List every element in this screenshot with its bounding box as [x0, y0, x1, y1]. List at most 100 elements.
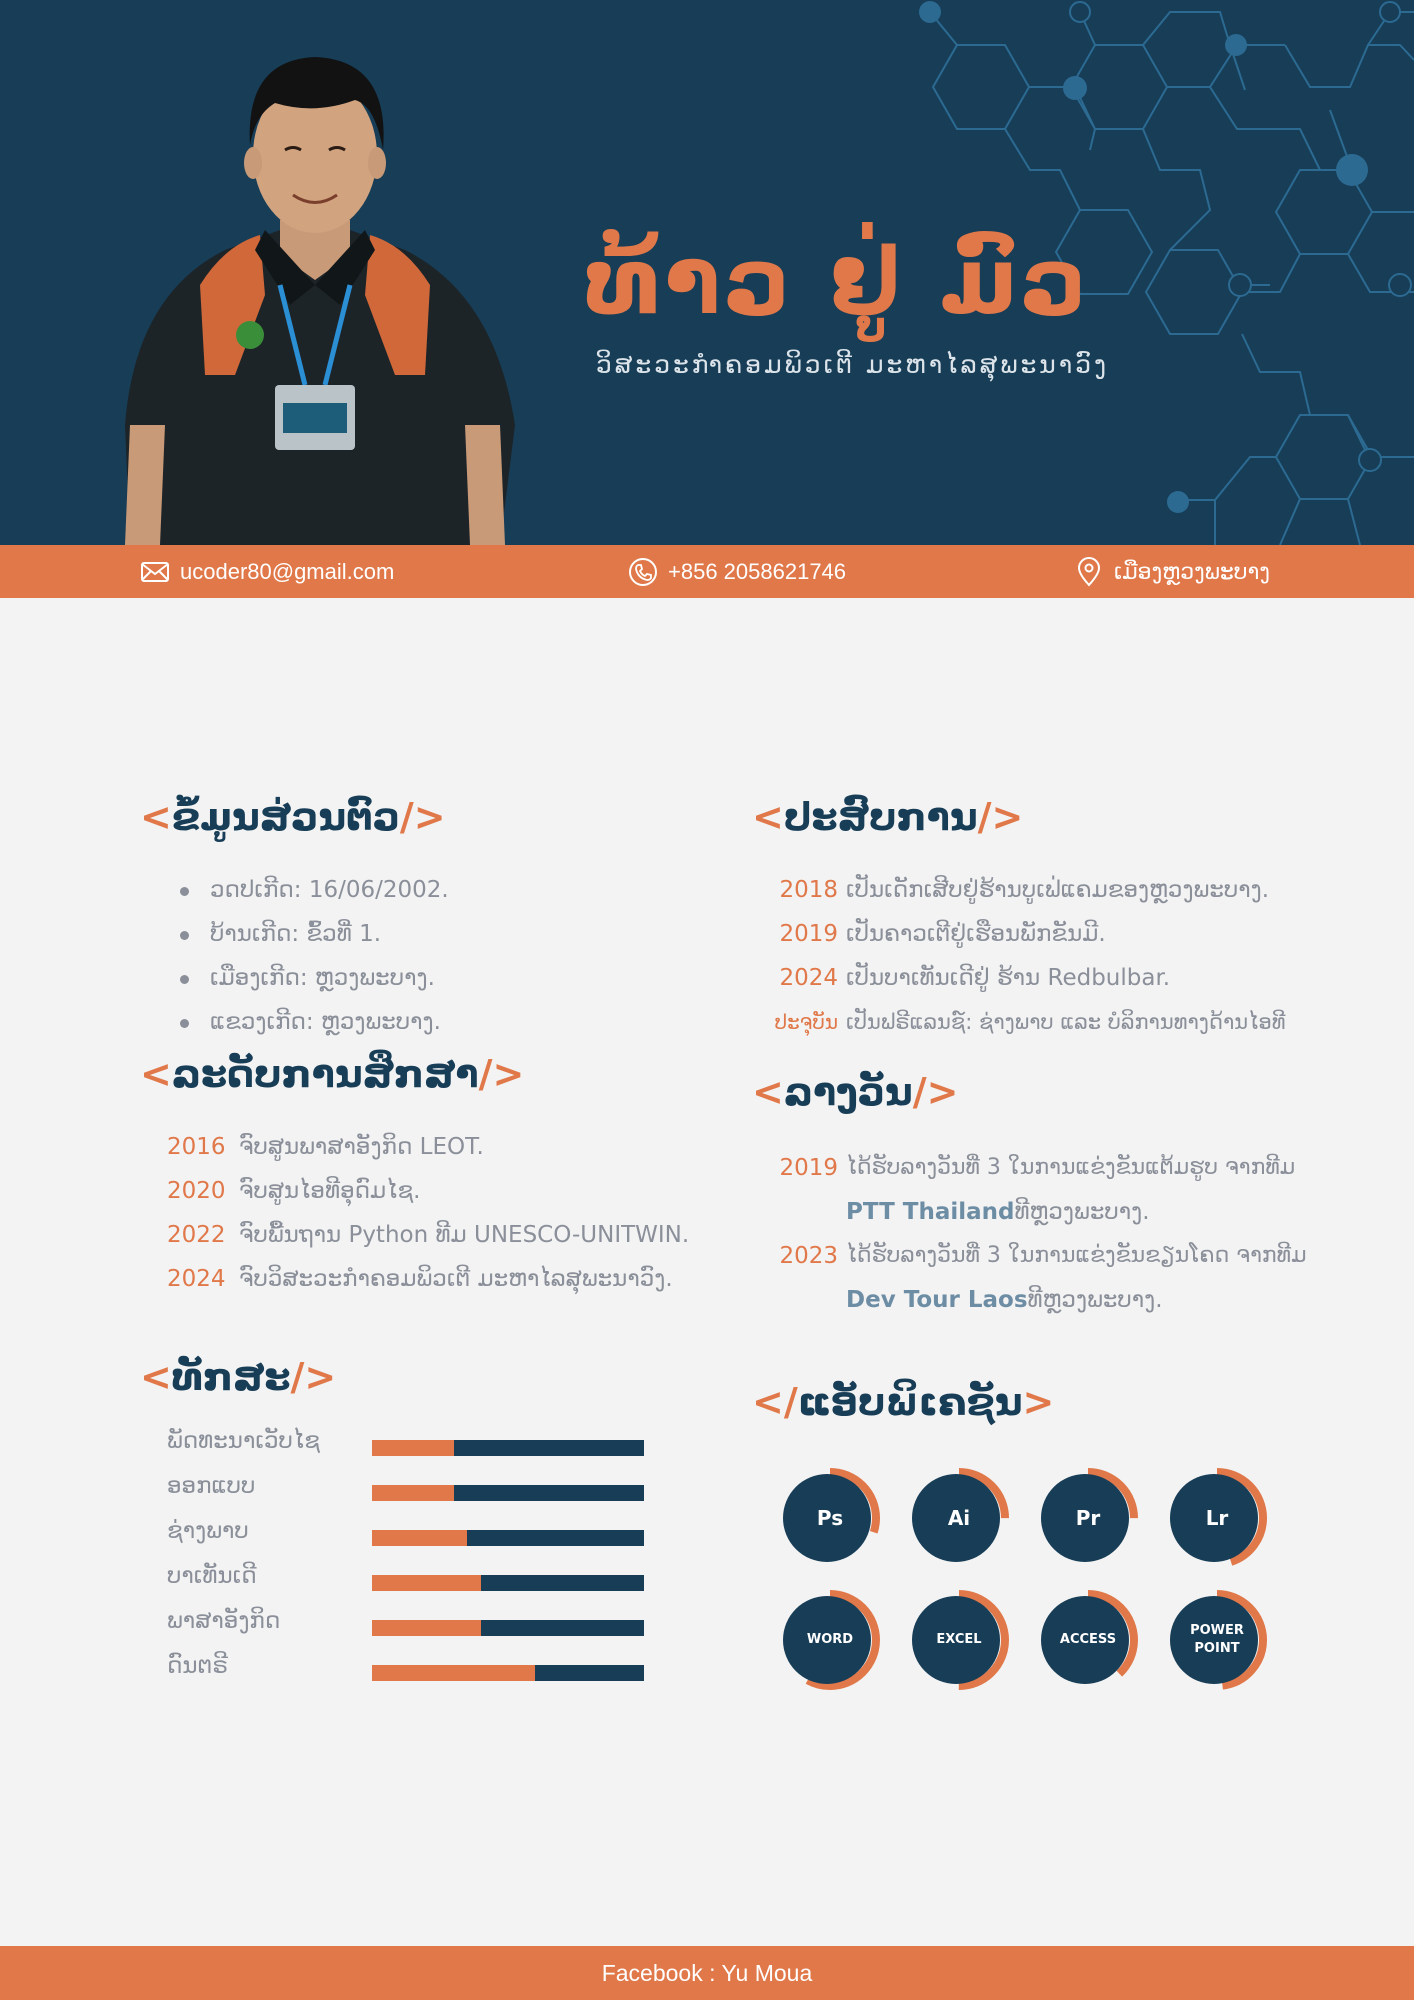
skill-bar [372, 1665, 644, 1681]
education-heading: <ລະດັບການສຶກສາ/> [140, 1052, 524, 1096]
bracket-close: /> [912, 1070, 959, 1114]
app-ring: ACCESS [1038, 1590, 1138, 1690]
bracket-open: </ [752, 1380, 798, 1424]
heading-text: ຂໍ້ມູນສ່ວນຕົວ [171, 795, 400, 839]
list-item: ເມືອງເກີດ: ຫຼວງພະບາງ. [178, 956, 449, 1000]
app-ring: Lr [1167, 1468, 1267, 1568]
skill-label: ອອກແບບ [167, 1473, 256, 1499]
heading-text: ແອັບພິເຄຊັນ [797, 1380, 1023, 1424]
contact-location: ເມືອງຫຼວງພະບາງ [1074, 545, 1270, 598]
education-list: 2016 ຈົບສູນພາສາອັງກິດ LEOT. 2020 ຈົບສູນໄອທ… [167, 1125, 689, 1301]
skill-bar [372, 1575, 644, 1591]
list-item: 2016 ຈົບສູນພາສາອັງກິດ LEOT. [167, 1125, 689, 1169]
item-text: ເປັນບາເທັນເດີຢູ່ ຮ້ານ Redbulbar. [846, 965, 1171, 991]
envelope-icon [141, 561, 169, 582]
skill-bar [372, 1620, 644, 1636]
item-text: ຈົບພື້ນຖານ Python ທີມ UNESCO-UNITWIN. [239, 1222, 690, 1248]
list-item: ວດປເກີດ: 16/06/2002. [178, 868, 449, 912]
skills-list: ພັດທະນາເວັບໄຊ ອອກແບບ ຊ່າງພາບ ບາເທັນເດີ ພ… [167, 1428, 667, 1698]
bracket-close: /> [977, 795, 1024, 839]
skill-bar [372, 1530, 644, 1546]
year: 2019 [779, 1155, 838, 1181]
bracket-open: < [140, 1052, 172, 1096]
year: 2018 [779, 877, 838, 903]
list-item: ປະຈຸບັນ ເປັນຟຣີແລນຊ໌: ຊ່າງພາບ ແລະ ບໍລິການ… [760, 1000, 1286, 1044]
skill-row: ບາເທັນເດີ [167, 1563, 667, 1608]
skill-bar [372, 1440, 644, 1456]
list-item: ແຂວງເກີດ: ຫຼວງພະບາງ. [178, 1000, 449, 1044]
list-item: 2019 ເປັນຄາວເຕີຢູ່ເຮືອນພັກຂັນມີ. [760, 912, 1286, 956]
skill-bar-fill [372, 1440, 454, 1456]
item-text: ໄດ້ຮັບລາງວັນທີ່ 3 ໃນການແຂ່ງຂັນແຕ້ມຮູບ ຈາ… [846, 1155, 1296, 1180]
list-item: 2018 ເປັນເດັກເສີບຢູ່ຮ້ານບູເຟ່ແຄມຂອງຫຼວງພະ… [760, 868, 1286, 912]
skill-row: ດົນຕຣີ [167, 1653, 667, 1698]
skill-bar-fill [372, 1530, 468, 1546]
year: 2019 [779, 921, 838, 947]
bracket-open: < [752, 1070, 784, 1114]
experience-heading: <ປະສົບການ/> [752, 795, 1023, 839]
app-label: Pr [1075, 1506, 1101, 1530]
skill-bar [372, 1485, 644, 1501]
contact-email[interactable]: ucoder80@gmail.com [140, 545, 394, 598]
year: 2024 [779, 965, 838, 991]
year: 2020 [167, 1178, 226, 1204]
year: ປະຈຸບັນ [774, 1010, 838, 1034]
year: 2022 [167, 1222, 226, 1248]
skill-row: ພາສາອັງກິດ [167, 1608, 667, 1653]
phone-text: +856 2058621746 [668, 558, 847, 584]
item-text: ໄດ້ຮັບລາງວັນທີ່ 3 ໃນການແຂ່ງຂັນຂຽນໂຄດ ຈາກ… [846, 1243, 1307, 1268]
item-text: ຈົບວິສະວະກຳຄອມພິວເຕີ ມະຫາໄລສຸພະນາວົງ. [239, 1266, 673, 1292]
bracket-open: < [752, 795, 784, 839]
app-label: POWER POINT [1190, 1623, 1244, 1656]
heading-text: ທັກສະ [171, 1355, 291, 1399]
list-item: 2023 ໄດ້ຮັບລາງວັນທີ່ 3 ໃນການແຂ່ງຂັນຂຽນໂຄດ… [760, 1234, 1307, 1278]
item-text: ຈົບສູນພາສາອັງກິດ LEOT. [239, 1134, 484, 1160]
app-label: Lr [1205, 1506, 1229, 1530]
facebook-link[interactable]: Facebook : Yu Moua [602, 1960, 813, 1987]
contact-bar: ucoder80@gmail.com +856 2058621746 ເມືອງ… [0, 545, 1414, 598]
bracket-open: < [140, 1355, 172, 1399]
app-label: Ps [816, 1506, 844, 1530]
phone-icon [629, 557, 657, 586]
list-item: 2024 ຈົບວິສະວະກຳຄອມພິວເຕີ ມະຫາໄລສຸພະນາວົງ… [167, 1257, 689, 1301]
skill-row: ອອກແບບ [167, 1473, 667, 1518]
year: 2024 [167, 1266, 226, 1292]
awards-heading: <ລາງວັນ/> [752, 1070, 958, 1114]
skill-row: ຊ່າງພາບ [167, 1518, 667, 1563]
skill-label: ພັດທະນາເວັບໄຊ [167, 1428, 320, 1454]
skill-label: ຊ່າງພາບ [167, 1518, 249, 1544]
skill-label: ພາສາອັງກິດ [167, 1608, 281, 1634]
contact-phone[interactable]: +856 2058621746 [628, 545, 846, 598]
personal-info-list: ວດປເກີດ: 16/06/2002. ບ້ານເກີດ: ຂົ້ວທີ່ 1… [178, 868, 449, 1044]
item-text: ທີຫຼວງພະບາງ. [1014, 1199, 1150, 1225]
applications-grid: Ps Ai Pr Lr WORD EXCEL ACCESS POWER POIN… [780, 1468, 1290, 1708]
team-name: Dev Tour Laos [846, 1287, 1028, 1313]
skills-heading: <ທັກສະ/> [140, 1355, 336, 1399]
skill-label: ດົນຕຣີ [167, 1653, 229, 1679]
bracket-open: < [140, 795, 172, 839]
item-text: ຈົບສູນໄອທີອຸດົມໄຊ. [239, 1178, 421, 1204]
experience-list: 2018 ເປັນເດັກເສີບຢູ່ຮ້ານບູເຟ່ແຄມຂອງຫຼວງພະ… [760, 868, 1286, 1044]
heading-text: ລະດັບການສຶກສາ [171, 1052, 479, 1096]
app-label: EXCEL [936, 1632, 982, 1647]
item-text: ເປັນຟຣີແລນຊ໌: ຊ່າງພາບ ແລະ ບໍລິການທາງດ້ານ… [846, 1010, 1286, 1034]
app-ring: Ps [780, 1468, 880, 1568]
applications-heading: </ແອັບພິເຄຊັນ> [752, 1380, 1054, 1424]
profile-photo [125, 57, 515, 545]
skill-bar-fill [372, 1665, 536, 1681]
app-ring: WORD [780, 1590, 880, 1690]
heading-text: ລາງວັນ [783, 1070, 913, 1114]
header-banner: ທ້າວ ຢູ່ ມົວ ວິສະວະກຳຄອມພິວເຕີ ມະຫາໄລສຸພ… [0, 0, 1414, 545]
app-ring: POWER POINT [1167, 1590, 1267, 1690]
bracket-close: > [1022, 1380, 1055, 1424]
year: 2023 [779, 1243, 838, 1269]
item-text: ທີຫຼວງພະບາງ. [1027, 1287, 1163, 1313]
map-pin-icon [1077, 556, 1101, 586]
list-item: 2020 ຈົບສູນໄອທີອຸດົມໄຊ. [167, 1169, 689, 1213]
year: 2016 [167, 1134, 226, 1160]
personal-info-heading: <ຂໍ້ມູນສ່ວນຕົວ/> [140, 795, 446, 839]
list-item: 2019 ໄດ້ຮັບລາງວັນທີ່ 3 ໃນການແຂ່ງຂັນແຕ້ມຮູ… [760, 1146, 1307, 1190]
item-text: ເປັນເດັກເສີບຢູ່ຮ້ານບູເຟ່ແຄມຂອງຫຼວງພະບາງ. [846, 877, 1270, 903]
bracket-close: /> [478, 1052, 525, 1096]
app-label: Ai [947, 1506, 971, 1530]
